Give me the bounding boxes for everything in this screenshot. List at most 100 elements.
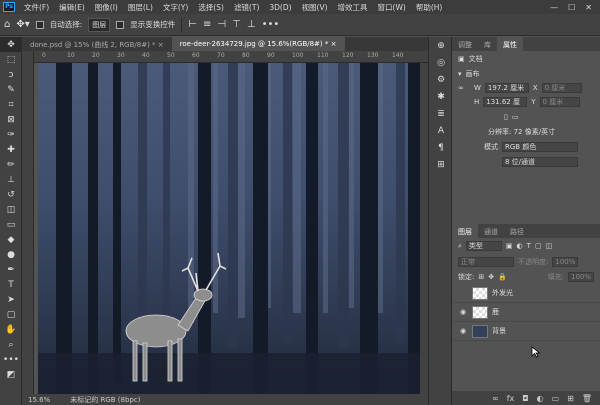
tab-roe-deer[interactable]: roe-deer-2634729.jpg @ 15.6%(RGB/8#) * × (171, 37, 345, 51)
minimize-icon[interactable]: — (550, 3, 558, 12)
layer-item[interactable]: ◉ 鹿 (452, 303, 600, 322)
glyphs-icon[interactable]: ⊞ (429, 156, 453, 173)
healing-brush-tool-icon[interactable]: ✚ (0, 142, 22, 157)
menu-view[interactable]: 视图(V) (297, 2, 333, 13)
menu-select[interactable]: 选择(S) (193, 2, 229, 13)
zoom-level[interactable]: 15.6% (28, 396, 50, 404)
menu-help[interactable]: 帮助(H) (411, 2, 448, 13)
landscape-icon[interactable]: ▭ (512, 113, 519, 121)
new-adjustment-icon[interactable]: ◐ (537, 394, 544, 403)
y-field[interactable]: 0 厘米 (539, 97, 580, 107)
layer-style-icon[interactable]: fx (507, 394, 515, 403)
menu-3d[interactable]: 3D(D) (264, 3, 296, 12)
color-swatches-icon[interactable]: ◩ (0, 367, 22, 382)
layer-comps-icon[interactable]: ◎ (429, 54, 453, 71)
adjustments-panel-icon[interactable]: ⚙ (429, 71, 453, 88)
mode-dropdown[interactable]: RGB 颜色 (502, 141, 578, 152)
more-tools-icon[interactable]: ••• (0, 352, 22, 367)
canvas-area[interactable] (34, 63, 428, 394)
tab-properties[interactable]: 属性 (497, 37, 523, 51)
add-mask-icon[interactable]: ◘ (522, 394, 528, 403)
menu-type[interactable]: 文字(Y) (158, 2, 193, 13)
portrait-icon[interactable]: ▯ (504, 113, 508, 121)
height-field[interactable]: 131.62 厘 (483, 97, 528, 107)
eye-icon[interactable]: ◉ (458, 327, 468, 335)
dodge-tool-icon[interactable]: ● (0, 247, 22, 262)
show-transform-checkbox[interactable] (116, 20, 125, 29)
menu-layer[interactable]: 图层(L) (123, 2, 158, 13)
crop-tool-icon[interactable]: ⌗ (0, 97, 22, 112)
lock-all-icon[interactable]: 🔒 (498, 273, 507, 281)
lasso-tool-icon[interactable]: ↄ (0, 67, 22, 82)
home-icon[interactable]: ⌂ (4, 19, 10, 30)
new-group-icon[interactable]: ▭ (552, 394, 560, 403)
tab-paths[interactable]: 路径 (504, 224, 530, 238)
eraser-tool-icon[interactable]: ◫ (0, 202, 22, 217)
fill-field[interactable]: 100% (568, 271, 594, 282)
menu-filter[interactable]: 滤镜(T) (229, 2, 264, 13)
auto-select-dropdown[interactable]: 图层 (88, 17, 111, 32)
lock-pixels-icon[interactable]: ⊞ (478, 273, 484, 281)
tab-layers[interactable]: 图层 (452, 224, 478, 238)
menu-plugins[interactable]: 增效工具 (333, 2, 373, 13)
align-top-icon[interactable]: ⊤ (232, 19, 241, 30)
pen-tool-icon[interactable]: ✒ (0, 262, 22, 277)
adjustment-filter-icon[interactable]: ◐ (517, 242, 523, 250)
type-tool-icon[interactable]: T (0, 277, 22, 292)
smart-filter-icon[interactable]: ◫ (546, 242, 553, 250)
more-options-icon[interactable]: ••• (262, 19, 280, 30)
new-layer-icon[interactable]: ⊞ (567, 394, 574, 403)
maximize-icon[interactable]: ☐ (568, 3, 575, 12)
character-panel-icon[interactable]: A (429, 122, 453, 139)
close-icon[interactable]: ✕ (585, 3, 592, 12)
menu-image[interactable]: 图像(I) (90, 2, 123, 13)
brush-settings-icon[interactable]: ✱ (429, 88, 453, 105)
clone-stamp-tool-icon[interactable]: ⊥ (0, 172, 22, 187)
history-brush-tool-icon[interactable]: ↺ (0, 187, 22, 202)
gradient-tool-icon[interactable]: ▭ (0, 217, 22, 232)
tab-libraries[interactable]: 库 (478, 37, 497, 51)
blur-tool-icon[interactable]: ◆ (0, 232, 22, 247)
canvas-scrollbar[interactable] (420, 63, 428, 394)
bit-depth-dropdown[interactable]: 8 位/通道 (502, 156, 578, 167)
layer-item[interactable]: ◉ 背景 (452, 322, 600, 341)
align-middle-icon[interactable]: ⊥ (247, 19, 256, 30)
eyedropper-tool-icon[interactable]: ✑ (0, 127, 22, 142)
link-layers-icon[interactable]: ∞ (492, 394, 499, 403)
width-field[interactable]: 197.2 厘米 (484, 83, 529, 93)
frame-tool-icon[interactable]: ⊠ (0, 112, 22, 127)
move-tool-preset-icon[interactable]: ✥▾ (16, 19, 29, 30)
pixel-filter-icon[interactable]: ▣ (506, 242, 513, 250)
align-center-icon[interactable]: ≡ (203, 19, 211, 30)
kind-filter-dropdown[interactable]: 类型 (465, 241, 502, 251)
tab-channels[interactable]: 通道 (478, 224, 504, 238)
canvas-section[interactable]: ▾ 画布 (452, 67, 600, 81)
path-select-tool-icon[interactable]: ➤ (0, 292, 22, 307)
align-left-icon[interactable]: ⊢ (188, 19, 197, 30)
collapse-icon[interactable]: ▾ (458, 70, 462, 78)
layer-item[interactable]: 外发光 (452, 284, 600, 303)
opacity-field[interactable]: 100% (552, 256, 579, 267)
x-field[interactable]: 0 厘米 (541, 83, 582, 93)
shape-filter-icon[interactable]: ▢ (535, 242, 542, 250)
tab-close-icon[interactable]: × (158, 41, 164, 49)
zoom-tool-icon[interactable]: ⌕ (0, 337, 22, 352)
tab-done-psd[interactable]: done.psd @ 15% (曲线 2, RGB/8#) * × (22, 37, 172, 51)
lock-move-icon[interactable]: ✥ (488, 273, 494, 281)
eye-icon[interactable]: ◉ (458, 308, 468, 316)
type-filter-icon[interactable]: T (527, 242, 531, 250)
brush-tool-icon[interactable]: ✏ (0, 157, 22, 172)
move-tool-icon[interactable]: ✥ (0, 37, 22, 52)
delete-layer-icon[interactable]: 🗑 (582, 394, 592, 403)
tab-adjustments[interactable]: 调整 (452, 37, 478, 51)
align-right-icon[interactable]: ⊣ (217, 19, 226, 30)
auto-select-checkbox[interactable] (35, 20, 44, 29)
marquee-tool-icon[interactable]: ⬚ (0, 52, 22, 67)
blend-mode-dropdown[interactable]: 正常 (458, 256, 514, 267)
menu-window[interactable]: 窗口(W) (373, 2, 411, 13)
link-icon[interactable]: ∞ (458, 84, 470, 92)
history-panel-icon[interactable]: ⊕ (429, 37, 453, 54)
swatches-icon[interactable]: ≣ (429, 105, 453, 122)
quick-select-tool-icon[interactable]: ✎ (0, 82, 22, 97)
menu-edit[interactable]: 编辑(E) (54, 2, 90, 13)
